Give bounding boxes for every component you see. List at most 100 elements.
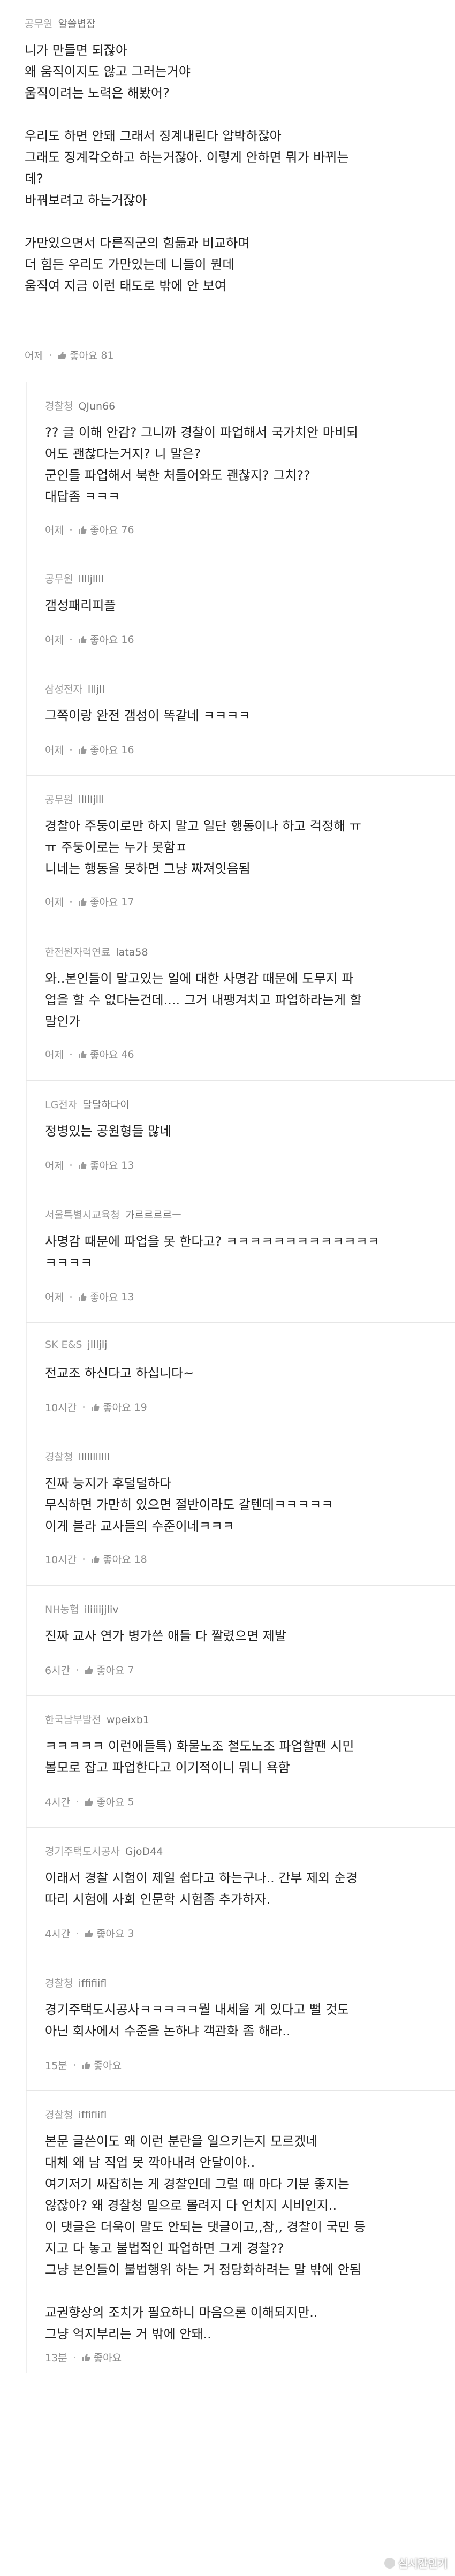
comment-line: 교권향상의 조치가 필요하니 마음으론 이해되지만.. [45, 2305, 318, 2320]
comment-footer: 어제 좋아요 13 [45, 1158, 134, 1172]
comment-line: 움직여 지금 이런 태도로 밖에 안 보여 [25, 278, 226, 293]
nickname[interactable]: iffifiifl [78, 2109, 107, 2121]
comment-meta: 경찰청 QJun66 [45, 398, 115, 413]
watermark-text: 실시간인기 [398, 2558, 448, 2570]
like-count: 16 [121, 633, 134, 646]
reply: 삼성전자 llljll 그쪽이랑 완전 갬성이 똑같네 ㅋㅋㅋㅋ 어제 좋아요 1… [26, 665, 455, 776]
comment-line: 이래서 경찰 시험이 제일 쉽다고 하는구나.. 간부 제외 순경 [45, 1870, 358, 1885]
nickname[interactable]: 가르르르르ㅡ [125, 1209, 181, 1221]
comment-line: 데? [25, 171, 43, 186]
nickname[interactable]: lata58 [116, 946, 148, 958]
like-button[interactable]: 좋아요 [90, 522, 118, 537]
nickname[interactable]: 알쓸볍잡 [58, 18, 95, 30]
separator-dot [70, 1054, 72, 1055]
separator-dot [77, 1669, 79, 1671]
reply: 경찰청 lllIlllllll 진짜 능지가 후덜덜하다 무식하면 가만히 있으면… [26, 1433, 455, 1586]
like-button[interactable]: 좋아요 [94, 2350, 122, 2365]
comment-line: 사명감 때문에 파업을 못 한다고? ㅋㅋㅋㅋㅋㅋㅋㅋㅋㅋㅋㅋㅋ [45, 1234, 380, 1249]
comment-body: 정병있는 공원형들 많네 [45, 1120, 434, 1142]
separator-dot [73, 2064, 75, 2066]
comment-line [25, 104, 434, 125]
comment-line: ㅋㅋㅋㅋㅋ 이런애들특) 화물노조 철도노조 파업할땐 시민 [45, 1739, 354, 1754]
thumbs-up-icon[interactable] [78, 526, 87, 534]
nickname[interactable]: iliiiijjliv [84, 1604, 118, 1616]
nickname[interactable]: GjoD44 [125, 1846, 163, 1858]
thumbs-up-icon[interactable] [78, 1050, 87, 1059]
thumbs-up-icon[interactable] [82, 2061, 90, 2070]
thumbs-up-icon[interactable] [78, 1161, 87, 1170]
timestamp: 어제 [25, 350, 43, 362]
comment-body: 이래서 경찰 시험이 제일 쉽다고 하는구나.. 간부 제외 순경 따리 시험에… [45, 1867, 434, 1910]
company-label: NH농협 [45, 1604, 79, 1616]
like-button[interactable]: 좋아요 [90, 743, 118, 757]
nickname[interactable]: wpeixb1 [107, 1714, 149, 1726]
nickname[interactable]: 달달하다이 [82, 1099, 129, 1111]
comment-line: 대체 왜 남 직업 못 깍아내려 안달이야.. [45, 2155, 255, 2170]
comment-line: 니네는 행동을 못하면 그냥 짜져잇음됨 [45, 861, 251, 876]
separator-dot [70, 1164, 72, 1166]
nickname[interactable]: lllIlllllll [78, 1451, 109, 1463]
nickname[interactable]: llljll [88, 684, 105, 695]
thumbs-up-icon[interactable] [85, 1666, 93, 1675]
comment-footer: 어제 좋아요 76 [45, 522, 134, 537]
thumbs-up-icon[interactable] [78, 746, 87, 754]
comment-line: 그냥 억지부리는 거 밖에 안돼.. [45, 2327, 211, 2342]
comment-line: 경찰아 주둥이로만 하지 말고 일단 행동이나 하고 걱정해 ㅠ [45, 819, 361, 834]
like-button[interactable]: 좋아요 [103, 1400, 131, 1414]
like-button[interactable]: 좋아요 [96, 1663, 124, 1677]
separator-dot [70, 639, 72, 640]
comment-footer: 10시간 좋아요 18 [45, 1552, 147, 1566]
nickname[interactable]: QJun66 [78, 400, 115, 412]
like-button[interactable]: 좋아요 [70, 348, 97, 362]
comment-body: 진짜 교사 연가 병가쓴 애들 다 짤렸으면 제발 [45, 1625, 434, 1647]
like-button[interactable]: 좋아요 [96, 1794, 124, 1809]
like-button[interactable]: 좋아요 [90, 1047, 118, 1062]
comment-body: 경찰아 주둥이로만 하지 말고 일단 행동이나 하고 걱정해 ㅠ ㅠ 주둥이로는… [45, 815, 434, 880]
comment-line: 군인들 파업해서 북한 처들어와도 괜찮지? 그치?? [45, 468, 310, 483]
comment-line: 볼모로 잡고 파업한다고 이기적이니 뭐니 욕함 [45, 1760, 290, 1775]
comment-body: 그쪽이랑 완전 갬성이 똑같네 ㅋㅋㅋㅋ [45, 705, 434, 726]
like-button[interactable]: 좋아요 [90, 1158, 118, 1172]
thumbs-up-icon[interactable] [78, 898, 87, 906]
like-button[interactable]: 좋아요 [90, 895, 118, 909]
timestamp: 4시간 [45, 1797, 71, 1808]
nickname[interactable]: jllljlj [87, 1339, 107, 1351]
thumbs-up-icon[interactable] [85, 1929, 93, 1938]
nickname[interactable]: iffifiifl [78, 1978, 107, 1989]
thumbs-up-icon[interactable] [82, 2353, 90, 2362]
company-label: 공무원 [25, 18, 53, 30]
comment-line: 더 힘든 우리도 가만있는데 니들이 뭔데 [25, 257, 234, 272]
reply: 공무원 llIlIjlll 경찰아 주둥이로만 하지 말고 일단 행동이나 하고 … [26, 776, 455, 928]
thumbs-up-icon[interactable] [78, 1293, 87, 1301]
like-button[interactable]: 좋아요 [96, 1926, 124, 1941]
thumbs-up-icon[interactable] [78, 635, 87, 644]
timestamp: 어제 [45, 634, 64, 646]
comment-line: 움직이려는 노력은 해봤어? [25, 86, 170, 101]
comment-footer: 13분 좋아요 [45, 2350, 125, 2365]
like-button[interactable]: 좋아요 [94, 2058, 122, 2072]
comment-body: ㅋㅋㅋㅋㅋ 이런애들특) 화물노조 철도노조 파업할땐 시민 볼모로 잡고 파업… [45, 1736, 434, 1778]
comment-line: 와..본인들이 말고있는 일에 대한 사명감 때문에 도무지 파 [45, 971, 354, 986]
comment-footer: 어제 좋아요 17 [45, 895, 134, 909]
comment-body: 사명감 때문에 파업을 못 한다고? ㅋㅋㅋㅋㅋㅋㅋㅋㅋㅋㅋㅋㅋ ㅋㅋㅋㅋ [45, 1231, 434, 1274]
separator-dot [70, 1296, 72, 1298]
thumbs-up-icon[interactable] [85, 1798, 93, 1806]
reply: 한국남부발전 wpeixb1 ㅋㅋㅋㅋㅋ 이런애들특) 화물노조 철도노조 파업할… [26, 1696, 455, 1828]
comment-line: 본문 글쓴이도 왜 이런 분란을 일으키는지 모르겠네 [45, 2134, 318, 2149]
comment-footer: 어제 좋아요 13 [45, 1290, 134, 1304]
like-count: 7 [127, 1664, 134, 1676]
separator-dot [83, 1406, 85, 1408]
nickname[interactable]: llIlIjlll [78, 794, 104, 806]
reply: LG전자 달달하다이 정병있는 공원형들 많네 어제 좋아요 13 [26, 1081, 455, 1191]
separator-dot [70, 901, 72, 903]
like-button[interactable]: 좋아요 [90, 1290, 118, 1304]
comment-body: 전교조 하신다고 하십니다~ [45, 1362, 434, 1384]
like-button[interactable]: 좋아요 [90, 632, 118, 647]
nickname[interactable]: lllljllll [78, 573, 104, 585]
like-button[interactable]: 좋아요 [103, 1552, 131, 1566]
thumbs-up-icon[interactable] [91, 1403, 100, 1412]
company-label: 한국남부발전 [45, 1714, 101, 1726]
thumbs-up-icon[interactable] [91, 1555, 100, 1564]
thumbs-up-icon[interactable] [58, 351, 66, 360]
company-label: 공무원 [45, 573, 73, 585]
